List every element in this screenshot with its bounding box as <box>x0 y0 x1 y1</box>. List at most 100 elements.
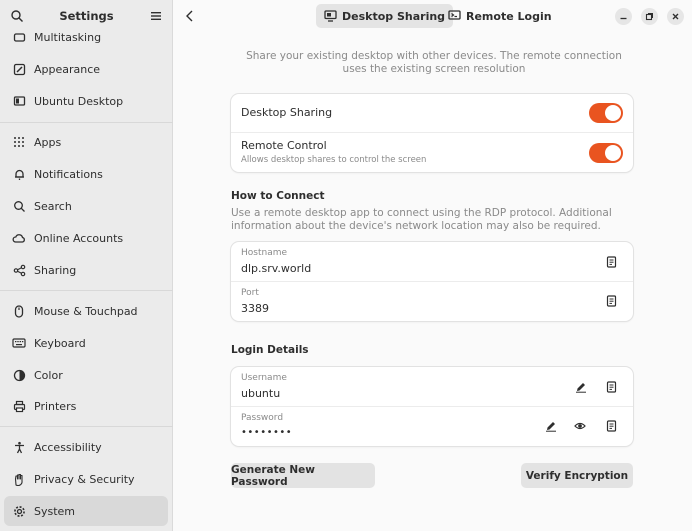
sidebar-item-search[interactable]: Search <box>4 191 168 221</box>
remote-control-row: Remote Control Allows desktop shares to … <box>231 133 633 172</box>
sidebar-item-label: Mouse & Touchpad <box>34 304 138 318</box>
sidebar-item-label: Ubuntu Desktop <box>34 94 124 108</box>
sidebar-separator <box>0 426 173 427</box>
sidebar-item-online-accounts[interactable]: Online Accounts <box>4 223 168 253</box>
show-password-eye-icon[interactable] <box>574 420 586 432</box>
sidebar-separator <box>0 290 173 291</box>
sidebar-item-sharing[interactable]: Sharing <box>4 255 168 285</box>
generate-new-password-button[interactable]: Generate New Password <box>231 463 375 488</box>
switch-knob <box>605 145 621 161</box>
hostname-label: Hostname <box>241 248 288 258</box>
remote-control-subtitle: Allows desktop shares to control the scr… <box>241 155 427 165</box>
sidebar-item-privacy-security[interactable]: Privacy & Security <box>4 464 168 494</box>
sidebar-title: Settings <box>59 9 114 23</box>
sidebar-item-mouse-touchpad[interactable]: Mouse & Touchpad <box>4 296 168 326</box>
sidebar-item-notifications[interactable]: Notifications <box>4 159 168 189</box>
hamburger-menu-icon[interactable] <box>150 10 162 22</box>
switch-knob <box>605 105 621 121</box>
cloud-icon <box>12 231 26 245</box>
connection-info-card: Hostname dlp.srv.world Port 3389 <box>231 242 633 321</box>
login-details-title: Login Details <box>231 344 309 356</box>
edit-pencil-icon[interactable] <box>575 381 587 393</box>
main-content: Share your existing desktop with other d… <box>174 32 692 531</box>
tab-desktop-sharing[interactable]: Desktop Sharing <box>316 4 454 28</box>
desktop-sharing-icon <box>324 10 337 23</box>
desktop-sharing-row: Desktop Sharing <box>231 94 633 132</box>
sidebar-item-keyboard[interactable]: Keyboard <box>4 328 168 358</box>
printer-icon <box>12 399 26 413</box>
username-value: ubuntu <box>241 387 281 400</box>
remote-control-switch[interactable] <box>589 143 623 163</box>
username-row: Username ubuntu <box>231 367 633 406</box>
password-label: Password <box>241 413 284 423</box>
hostname-value: dlp.srv.world <box>241 262 312 275</box>
mouse-icon <box>12 304 26 318</box>
accessibility-icon <box>12 440 26 454</box>
username-label: Username <box>241 373 287 383</box>
password-row: Password •••••••• <box>231 407 633 446</box>
how-to-connect-title: How to Connect <box>231 190 325 202</box>
ubuntu-desktop-icon <box>12 94 26 108</box>
how-to-connect-desc: Use a remote desktop app to connect usin… <box>231 207 612 232</box>
sidebar-separator <box>0 122 173 123</box>
sidebar-item-label: System <box>34 504 76 518</box>
desktop-sharing-switch[interactable] <box>589 103 623 123</box>
copy-icon[interactable] <box>605 295 617 307</box>
copy-icon[interactable] <box>605 381 617 393</box>
sidebar-item-multitasking[interactable]: Multitasking <box>4 22 168 52</box>
sidebar-item-label: Keyboard <box>34 336 86 350</box>
color-icon <box>12 368 26 382</box>
sidebar-item-ubuntu-desktop[interactable]: Ubuntu Desktop <box>4 86 168 116</box>
port-label: Port <box>241 288 259 298</box>
bell-icon <box>12 167 26 181</box>
password-value: •••••••• <box>241 427 293 438</box>
copy-icon[interactable] <box>605 256 617 268</box>
tab-label: Remote Login <box>466 9 552 23</box>
sidebar-item-apps[interactable]: Apps <box>4 127 168 157</box>
port-value: 3389 <box>241 302 269 315</box>
keyboard-icon <box>12 336 26 350</box>
sharing-toggles-card: Desktop Sharing Remote Control Allows de… <box>231 94 633 172</box>
intro-text: Share your existing desktop with other d… <box>246 50 622 75</box>
sidebar-item-color[interactable]: Color <box>4 360 168 390</box>
tab-label: Desktop Sharing <box>342 9 446 23</box>
verify-encryption-button[interactable]: Verify Encryption <box>521 463 633 488</box>
login-details-card: Username ubuntu Password •••••••• <box>231 367 633 446</box>
close-icon[interactable] <box>667 8 684 25</box>
gear-icon <box>12 504 26 518</box>
remote-control-label: Remote Control <box>241 139 327 152</box>
edit-pencil-icon[interactable] <box>545 420 557 432</box>
sidebar-item-appearance[interactable]: Appearance <box>4 54 168 84</box>
search-icon <box>12 199 26 213</box>
hostname-row: Hostname dlp.srv.world <box>231 242 633 281</box>
sidebar-item-label: Sharing <box>34 263 77 277</box>
share-icon <box>12 263 26 277</box>
sidebar-item-label: Appearance <box>34 62 101 76</box>
sidebar-item-label: Privacy & Security <box>34 472 135 486</box>
multitasking-icon <box>12 30 26 44</box>
minimize-icon[interactable] <box>615 8 632 25</box>
sidebar-item-label: Multitasking <box>34 30 102 44</box>
privacy-hand-icon <box>12 472 26 486</box>
sidebar-item-label: Apps <box>34 135 62 149</box>
apps-grid-icon <box>12 135 26 149</box>
sidebar-item-accessibility[interactable]: Accessibility <box>4 432 168 462</box>
sidebar-item-label: Accessibility <box>34 440 102 454</box>
sidebar-item-label: Notifications <box>34 167 103 181</box>
back-chevron-icon[interactable] <box>182 8 198 24</box>
port-row: Port 3389 <box>231 282 633 321</box>
remote-login-icon <box>448 10 461 23</box>
maximize-icon[interactable] <box>641 8 658 25</box>
sidebar-item-label: Online Accounts <box>34 231 124 245</box>
sidebar-item-printers[interactable]: Printers <box>4 391 168 421</box>
sidebar-item-label: Printers <box>34 399 77 413</box>
tab-remote-login[interactable]: Remote Login <box>440 4 560 28</box>
header-bar: Desktop Sharing Remote Login <box>174 0 692 32</box>
copy-icon[interactable] <box>605 420 617 432</box>
desktop-sharing-label: Desktop Sharing <box>241 106 333 119</box>
sidebar-item-label: Color <box>34 368 63 382</box>
sidebar-item-system[interactable]: System <box>4 496 168 526</box>
sidebar: Settings Multitasking Appearance Ubuntu … <box>0 0 173 531</box>
sidebar-item-label: Search <box>34 199 72 213</box>
appearance-icon <box>12 62 26 76</box>
